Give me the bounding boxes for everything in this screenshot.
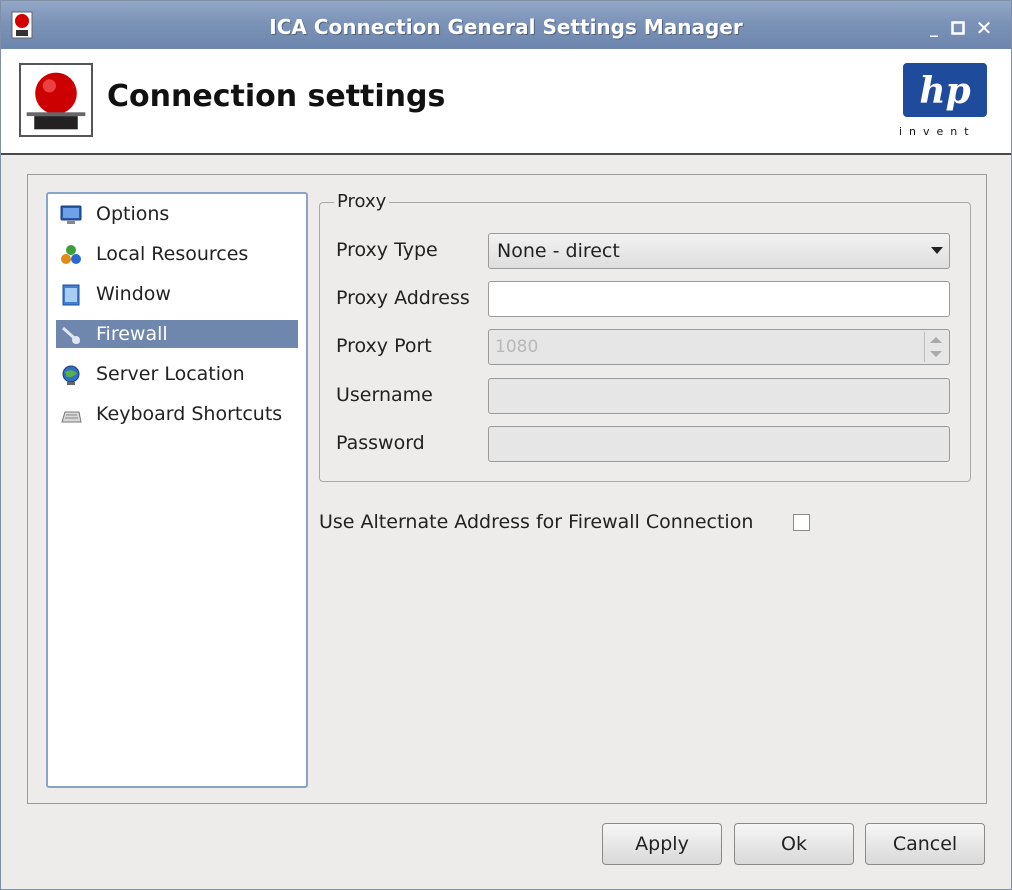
sidebar-item-firewall[interactable]: Firewall [56, 320, 298, 348]
proxy-group: Proxy Proxy Type None - direct Proxy Add… [319, 191, 971, 482]
cancel-button[interactable]: Cancel [865, 823, 985, 865]
close-icon[interactable]: ✕ [975, 18, 993, 38]
maximize-icon[interactable] [949, 19, 967, 37]
sidebar-item-local-resources[interactable]: Local Resources [56, 240, 298, 268]
username-label: Username [336, 384, 433, 406]
chevron-down-icon[interactable] [931, 247, 943, 254]
hp-logo: hp invent [899, 61, 989, 141]
hp-tagline: invent [899, 125, 976, 138]
password-label: Password [336, 432, 425, 454]
window-icon [62, 284, 80, 306]
keyboard-icon [61, 411, 82, 423]
ok-button[interactable]: Ok [734, 823, 854, 865]
sidebar-item-server-location[interactable]: Server Location [56, 360, 298, 388]
connection-settings-icon [19, 63, 93, 137]
monitor-icon [60, 205, 82, 224]
proxy-type-select[interactable]: None - direct [488, 233, 950, 269]
proxy-port-value: 1080 [495, 337, 539, 357]
alternate-address-checkbox[interactable] [793, 514, 810, 531]
apply-button[interactable]: Apply [602, 823, 722, 865]
minimize-icon[interactable]: _ [925, 19, 943, 37]
proxy-address-label: Proxy Address [336, 287, 470, 309]
page-header: Connection settings hp invent [1, 49, 1011, 155]
alternate-address-label: Use Alternate Address for Firewall Conne… [319, 511, 754, 533]
app-window: ICA Connection General Settings Manager … [0, 0, 1012, 890]
username-field[interactable] [488, 378, 950, 414]
resources-icon [61, 245, 81, 264]
proxy-group-label: Proxy [334, 191, 390, 212]
password-field[interactable] [488, 426, 950, 462]
sidebar-item-options[interactable]: Options [56, 200, 298, 228]
proxy-type-label: Proxy Type [336, 239, 438, 261]
globe-icon [62, 365, 80, 385]
spin-down-icon[interactable] [930, 351, 942, 357]
firewall-icon [62, 326, 81, 345]
sidebar-item-keyboard-shortcuts[interactable]: Keyboard Shortcuts [56, 400, 298, 428]
proxy-port-stepper[interactable]: 1080 [488, 329, 950, 365]
spin-up-icon[interactable] [930, 337, 942, 343]
content-panel: Options Local Resources Window Firewall … [27, 174, 987, 804]
sidebar-item-window[interactable]: Window [56, 280, 298, 308]
proxy-port-label: Proxy Port [336, 335, 432, 357]
window-title: ICA Connection General Settings Manager [269, 15, 743, 39]
proxy-address-field[interactable] [488, 281, 950, 317]
port-spin-buttons[interactable] [924, 332, 947, 362]
svg-text:hp: hp [919, 70, 970, 112]
proxy-type-value: None - direct [497, 240, 620, 262]
category-list[interactable]: Options Local Resources Window Firewall … [46, 192, 308, 788]
page-title: Connection settings [107, 79, 446, 114]
title-bar[interactable]: ICA Connection General Settings Manager … [1, 1, 1011, 49]
